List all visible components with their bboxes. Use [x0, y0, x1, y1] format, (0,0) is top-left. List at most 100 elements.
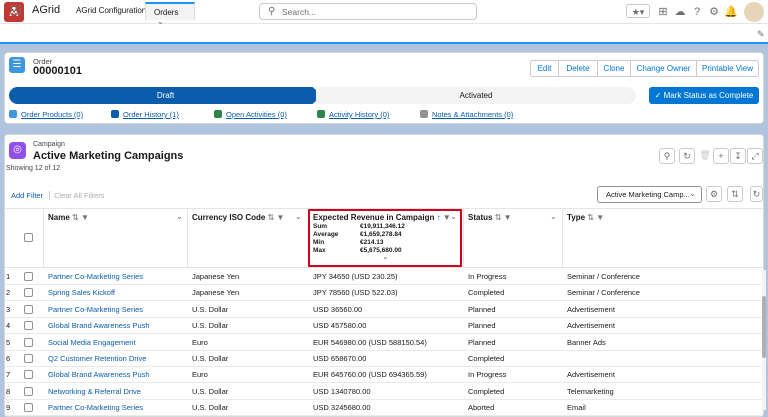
sort-toggle-icon[interactable]: ⇅	[727, 186, 743, 202]
campaign-name-link[interactable]: Global Brand Awareness Push	[48, 318, 150, 334]
printable-view-button[interactable]: Printable View	[696, 60, 759, 77]
row-checkbox[interactable]	[24, 288, 33, 298]
add-record-icon[interactable]: +	[713, 148, 729, 164]
app-launcher-icon[interactable]	[10, 4, 22, 16]
revenue-cell: EUR 546980.00 (USD 588150.54)	[313, 337, 427, 347]
sort-icon[interactable]: ⇅	[495, 213, 502, 222]
column-header-name[interactable]: Name ⇅ ▼	[48, 213, 89, 222]
column-header-type[interactable]: Type ⇅ ▼	[567, 213, 604, 222]
row-checkbox[interactable]	[24, 370, 33, 380]
campaign-name-link[interactable]: Global Brand Awareness Push	[48, 367, 150, 383]
related-link-order-products[interactable]: Order Products (0)	[21, 110, 83, 119]
related-link-activity-history[interactable]: Activity History (0)	[329, 110, 389, 119]
chevron-down-icon[interactable]: ⌄	[295, 212, 302, 221]
clear-filters-link[interactable]: Clear All Filters	[54, 191, 104, 200]
table-row[interactable]: 5 Social Media Engagement Euro EUR 546980.0…	[5, 335, 763, 351]
path-step-draft[interactable]: Draft	[9, 87, 322, 104]
delete-icon[interactable]: 🗑	[697, 148, 713, 164]
status-cell: Aborted	[468, 403, 495, 413]
table-row[interactable]: 9 Partner Co-Marketing Series U.S. Dollar U…	[5, 400, 763, 417]
campaign-name-link[interactable]: Networking & Referral Drive	[48, 384, 141, 400]
table-row[interactable]: 2 Spring Sales Kickoff Japanese Yen JPY 785…	[5, 285, 763, 302]
add-filter-link[interactable]: Add Filter	[11, 191, 43, 200]
chevron-down-icon[interactable]: ⌄	[157, 17, 164, 26]
chevron-down-icon[interactable]: ⌄	[176, 212, 183, 221]
filter-icon[interactable]: ▼	[277, 213, 285, 222]
chevron-down-icon[interactable]: ⌄	[450, 212, 457, 221]
help-icon[interactable]: ?	[690, 5, 704, 19]
trailhead-icon[interactable]: ☁	[673, 5, 687, 19]
campaign-name-link[interactable]: Q2 Customer Retention Drive	[48, 351, 146, 367]
tab-orders[interactable]: Orders ⌄	[145, 2, 195, 26]
refresh-icon[interactable]: ↻	[679, 148, 695, 164]
chevron-down-icon[interactable]: ⌄	[550, 212, 557, 221]
table-row[interactable]: 3 Partner Co-Marketing Series U.S. Dollar U…	[5, 302, 763, 318]
table-row[interactable]: 6 Q2 Customer Retention Drive U.S. Dollar U…	[5, 351, 763, 367]
table-row[interactable]: 4 Global Brand Awareness Push U.S. Dollar U…	[5, 318, 763, 335]
sort-ascending-icon[interactable]: ↑	[437, 213, 441, 222]
sort-icon[interactable]: ⇅	[72, 213, 79, 222]
row-number: 9	[6, 403, 11, 413]
campaign-name-link[interactable]: Spring Sales Kickoff	[48, 285, 115, 301]
filter-icon[interactable]: ▼	[596, 213, 604, 222]
sort-icon[interactable]: ⇅	[587, 213, 594, 222]
avatar[interactable]	[744, 2, 764, 22]
gear-icon[interactable]: ⚙	[707, 5, 721, 19]
row-number: 1	[6, 272, 11, 281]
row-checkbox[interactable]	[24, 403, 33, 413]
row-checkbox[interactable]	[24, 354, 33, 363]
related-link-open-activities[interactable]: Open Activities (0)	[226, 110, 287, 119]
record-count: Showing 12 of 12	[6, 165, 61, 172]
column-header-status[interactable]: Status ⇅ ▼	[468, 213, 512, 222]
table-row[interactable]: 7 Global Brand Awareness Push Euro EUR 6457…	[5, 367, 763, 384]
status-cell: In Progress	[468, 370, 507, 380]
filter-icon[interactable]: ▼	[504, 213, 512, 222]
expand-icon[interactable]: ⤢	[747, 148, 763, 164]
row-number: 8	[6, 386, 11, 396]
global-search[interactable]: ⚲ Search...	[259, 3, 477, 20]
row-checkbox[interactable]	[24, 304, 33, 314]
campaign-name-link[interactable]: Partner Co-Marketing Series	[48, 269, 143, 285]
select-all-checkbox[interactable]	[24, 233, 33, 242]
view-select[interactable]: Active Marketing Camp... ⌄	[597, 186, 702, 203]
gear-icon[interactable]: ⚙	[706, 186, 722, 202]
campaign-name-link[interactable]: Partner Co-Marketing Series	[48, 400, 143, 416]
mark-status-complete-button[interactable]: ✓ Mark Status as Complete	[649, 87, 759, 104]
delete-button[interactable]: Delete	[558, 60, 598, 77]
table-row[interactable]: 1 Partner Co-Marketing Series Japanese Yen…	[5, 269, 763, 285]
scrollbar-thumb[interactable]	[762, 296, 766, 358]
sort-icon[interactable]: ⇅	[268, 213, 275, 222]
column-header-revenue[interactable]: Expected Revenue in Campaign ↑ ▼	[313, 213, 451, 222]
related-link-notes-attachments[interactable]: Notes & Attachments (0)	[432, 110, 513, 119]
status-cell: In Progress	[468, 272, 507, 281]
row-number: 7	[6, 370, 11, 380]
order-number: 00000101	[33, 65, 82, 77]
edit-nav-icon[interactable]: ✎	[757, 29, 765, 40]
row-checkbox[interactable]	[24, 386, 33, 396]
column-revenue-label: Expected Revenue in Campaign	[313, 213, 435, 222]
search-grid-icon[interactable]: ⚲	[659, 148, 675, 164]
campaign-name-link[interactable]: Social Media Engagement	[48, 335, 136, 351]
related-link-order-history[interactable]: Order History (1)	[123, 110, 179, 119]
order-products-icon	[9, 110, 17, 118]
notifications-icon[interactable]: 🔔	[724, 5, 738, 19]
table-row[interactable]: 8 Networking & Referral Drive U.S. Dollar U…	[5, 384, 763, 400]
reset-icon[interactable]: ↻	[750, 186, 763, 202]
favorites-icon[interactable]: ★▾	[626, 4, 650, 18]
collapse-summary-icon[interactable]: ⌃	[382, 256, 389, 265]
currency-cell: U.S. Dollar	[192, 403, 229, 413]
path-step-activated[interactable]: Activated	[316, 87, 636, 104]
tab-agrid-configuration[interactable]: AGrid Configuration	[68, 2, 154, 20]
change-owner-button[interactable]: Change Owner	[630, 60, 697, 77]
add-icon[interactable]: ⊞	[656, 5, 670, 19]
campaign-name-link[interactable]: Partner Co-Marketing Series	[48, 302, 143, 318]
filter-icon[interactable]: ▼	[81, 213, 89, 222]
download-icon[interactable]: ↧	[730, 148, 746, 164]
search-input[interactable]: Search...	[282, 7, 316, 17]
row-checkbox[interactable]	[24, 272, 33, 281]
edit-button[interactable]: Edit	[530, 60, 559, 77]
row-checkbox[interactable]	[24, 337, 33, 347]
clone-button[interactable]: Clone	[597, 60, 631, 77]
row-checkbox[interactable]	[24, 321, 33, 331]
column-header-currency[interactable]: Currency ISO Code ⇅ ▼	[192, 213, 284, 222]
